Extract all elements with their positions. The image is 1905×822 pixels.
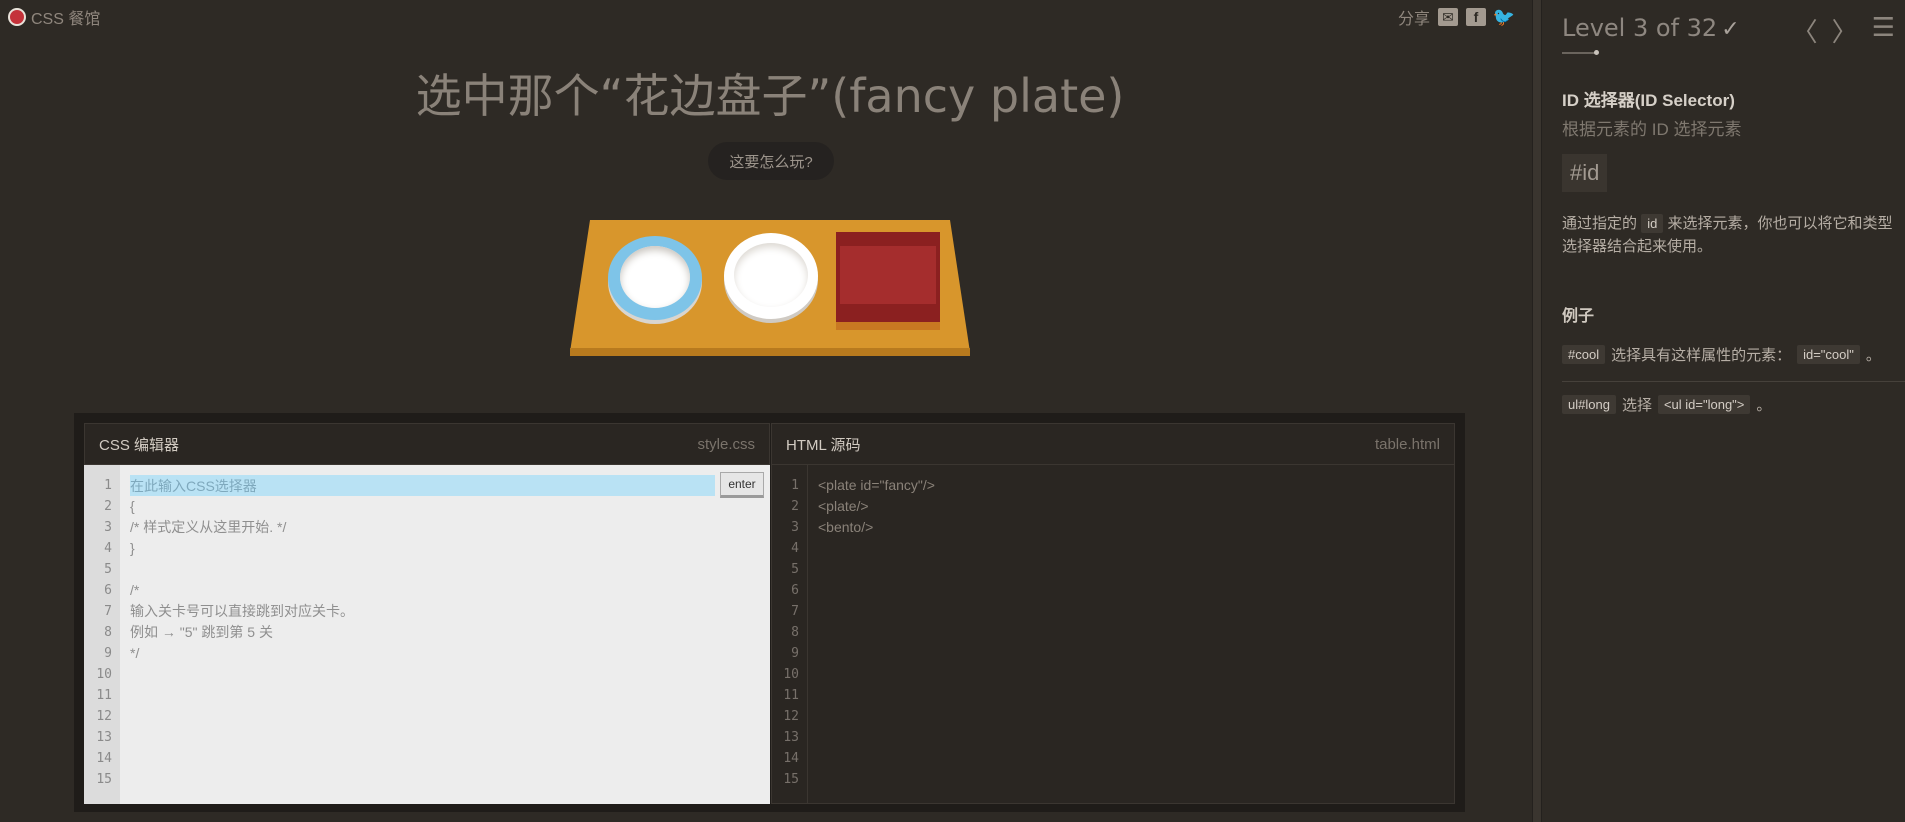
level-instruction-title: 选中那个“花边盘子”(fancy plate) xyxy=(415,69,1125,123)
example-text: 选择具有这样属性的元素： xyxy=(1611,347,1792,364)
logo[interactable]: CSS 餐馆 xyxy=(8,5,100,29)
code-line: */ xyxy=(130,645,140,661)
html-line-plate-fancy[interactable]: <plate id="fancy"/> xyxy=(818,475,1454,496)
share-label: 分享 xyxy=(1397,11,1430,28)
example-attr: <ul id="long"> xyxy=(1657,395,1751,414)
level-title: Level 3 of 32 xyxy=(1562,14,1718,42)
example-text: 选择 xyxy=(1621,397,1652,414)
mail-icon[interactable]: ✉ xyxy=(1438,8,1458,26)
next-level-icon[interactable]: 〉 xyxy=(1832,12,1858,49)
html-line-plate[interactable]: <plate/> xyxy=(818,496,1454,517)
css-code: enter { /* 样式定义从这里开始. */ } /* 输入关卡号可以直接跳… xyxy=(120,465,770,804)
selector-name: ID 选择器(ID Selector) xyxy=(1562,91,1735,110)
html-code: <plate id="fancy"/> <plate/> <bento/> xyxy=(808,465,1454,803)
sidebar: Level 3 of 32 ✓ 〈 〉 ☰ ID 选择器(ID Selector)… xyxy=(1542,0,1905,822)
plain-plate[interactable] xyxy=(724,233,818,319)
level-nav: 〈 〉 ☰ xyxy=(1792,12,1895,49)
twitter-icon[interactable]: 🐦 xyxy=(1493,7,1515,27)
example-code: #cool xyxy=(1562,345,1606,364)
css-line-numbers: 1 2 3 4 5 6 7 8 9 10 11 12 13 14 15 xyxy=(84,465,120,804)
game-area: CSS 餐馆 分享 ✉ f 🐦 选中那个“花边盘子”(fancy plate) … xyxy=(0,0,1532,822)
selector-syntax: #id xyxy=(1562,154,1608,192)
css-editor-filename: style.css xyxy=(697,435,755,453)
editor-frame: CSS 编辑器 style.css 1 2 3 4 5 6 7 8 9 10 11 12 13 14 15 … xyxy=(74,413,1465,812)
css-editor: CSS 编辑器 style.css 1 2 3 4 5 6 7 8 9 10 11 12 13 14 15 … xyxy=(84,423,770,804)
html-viewer-filename: table.html xyxy=(1374,435,1440,453)
example-item: ul#long 选择 <ul id="long"> 。 xyxy=(1562,394,1902,415)
code-line: } xyxy=(130,540,135,556)
code-line: /* 样式定义从这里开始. */ xyxy=(130,519,287,535)
selector-explanation: 通过指定的 id 来选择元素，你也可以将它和类型选择器结合起来使用。 xyxy=(1562,214,1893,255)
share-bar: 分享 ✉ f 🐦 xyxy=(1397,5,1515,29)
html-viewer-header: HTML 源码 table.html xyxy=(771,423,1455,465)
level-progress-marker xyxy=(1594,50,1599,55)
enter-button[interactable]: enter xyxy=(720,472,764,498)
inline-code: id xyxy=(1641,214,1664,233)
level-progress-bar xyxy=(1562,52,1596,54)
sidebar-divider[interactable] xyxy=(1532,0,1542,822)
code-line: 输入关卡号可以直接跳到对应关卡。 xyxy=(130,603,354,619)
facebook-icon[interactable]: f xyxy=(1466,8,1486,26)
selector-description: 根据元素的 ID 选择元素 xyxy=(1562,120,1742,139)
example-item: #cool 选择具有这样属性的元素： id="cool" 。 xyxy=(1562,344,1902,365)
html-line-numbers: 1 2 3 4 5 6 7 8 9 10 11 12 13 14 15 xyxy=(772,465,808,803)
html-viewer: HTML 源码 table.html 1 2 3 4 5 6 7 8 9 10 11 12 13 14 15… xyxy=(771,423,1455,804)
html-line-bento[interactable]: <bento/> xyxy=(818,517,1454,538)
html-viewer-title: HTML 源码 xyxy=(786,436,861,454)
css-selector-input[interactable] xyxy=(130,475,715,496)
css-editor-header: CSS 编辑器 style.css xyxy=(84,423,770,465)
html-viewer-body: 1 2 3 4 5 6 7 8 9 10 11 12 13 14 15 <plate id="fancy"/… xyxy=(771,465,1455,804)
css-editor-body: 123456789101112131415 enter { /* 样式定义从这里… xyxy=(84,465,770,804)
code-line: { xyxy=(130,498,135,514)
code-line: 例如 → "5" 跳到第 5 关 xyxy=(130,624,273,640)
example-separator xyxy=(1562,381,1905,382)
bento-box[interactable] xyxy=(836,232,940,330)
checkmark-icon: ✓ xyxy=(1721,17,1740,42)
example-code: ul#long xyxy=(1562,395,1616,414)
code-line: /* xyxy=(130,582,140,598)
previous-level-icon[interactable]: 〈 xyxy=(1792,12,1818,49)
examples-heading: 例子 xyxy=(1562,308,1595,325)
menu-icon[interactable]: ☰ xyxy=(1872,12,1895,49)
example-attr: id="cool" xyxy=(1797,345,1860,364)
restaurant-logo-icon xyxy=(8,8,26,26)
help-button[interactable]: 这要怎么玩? xyxy=(708,142,834,180)
logo-text: CSS 餐馆 xyxy=(31,11,101,28)
level-header[interactable]: Level 3 of 32 ✓ xyxy=(1562,14,1740,42)
fancy-plate[interactable] xyxy=(608,236,702,320)
css-editor-title: CSS 编辑器 xyxy=(99,436,180,454)
